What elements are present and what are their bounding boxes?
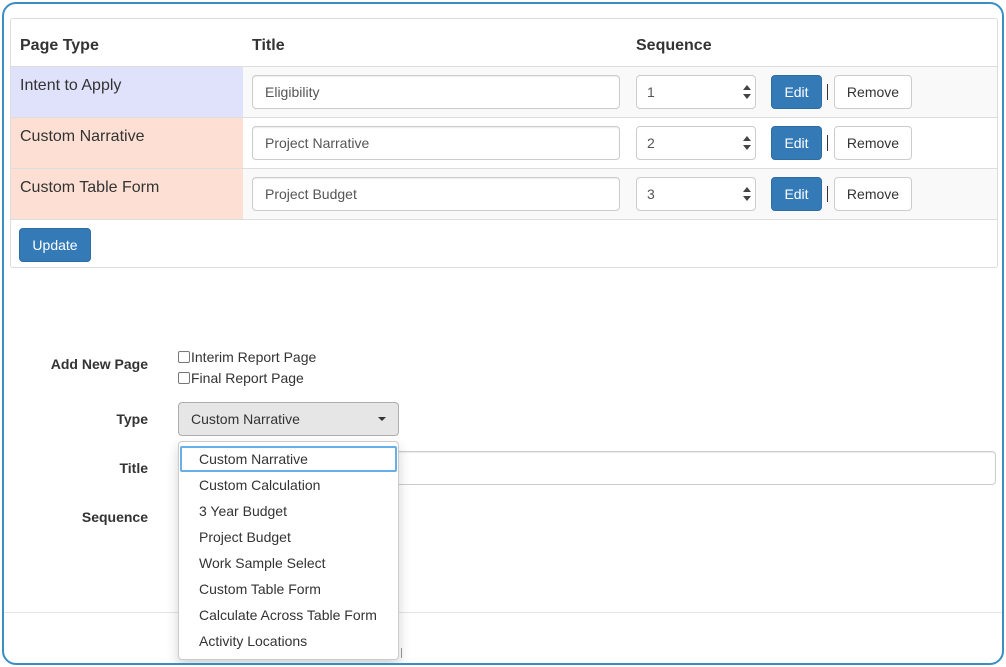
interim-report-label: Interim Report Page — [191, 349, 317, 365]
title-label: Title — [119, 460, 148, 476]
update-button[interactable]: Update — [19, 228, 91, 262]
type-label: Type — [116, 411, 148, 427]
button-separator — [827, 135, 828, 151]
sequence-value: 3 — [647, 186, 655, 202]
new-page-title-input[interactable] — [384, 451, 996, 485]
sequence-label: Sequence — [81, 509, 148, 525]
edit-button[interactable]: Edit — [771, 177, 822, 211]
remove-button[interactable]: Remove — [834, 177, 912, 211]
type-select[interactable]: Custom Narrative — [178, 402, 399, 436]
page-title-input[interactable]: Eligibility — [252, 75, 620, 109]
type-selected-value: Custom Narrative — [191, 411, 300, 427]
page-type-cell: Custom Narrative — [11, 118, 243, 168]
remove-button[interactable]: Remove — [834, 126, 912, 160]
final-report-checkbox[interactable] — [178, 372, 190, 384]
footer-divider — [4, 612, 1002, 613]
interim-report-checkbox-row[interactable]: Interim Report Page — [178, 349, 316, 365]
button-separator — [827, 186, 828, 202]
remove-button[interactable]: Remove — [834, 75, 912, 109]
edit-button[interactable]: Edit — [771, 126, 822, 160]
table-row: Custom Table Form Project Budget 3 Edit … — [11, 168, 997, 219]
dropdown-option[interactable]: Custom Narrative — [180, 446, 397, 472]
dropdown-option[interactable]: Calculate Across Table Form — [179, 602, 398, 628]
sequence-value: 1 — [647, 84, 655, 100]
column-header-title: Title — [252, 37, 285, 54]
button-separator — [827, 84, 828, 100]
content-frame: Page Type Title Sequence Intent to Apply… — [2, 2, 1004, 665]
page-title-input[interactable]: Project Budget — [252, 177, 620, 211]
sequence-input[interactable]: 3 — [636, 177, 756, 211]
spinner-icon[interactable] — [743, 134, 751, 152]
dropdown-option[interactable]: Project Budget — [179, 524, 398, 550]
dropdown-option[interactable]: Work Sample Select — [179, 550, 398, 576]
page-type-cell: Custom Table Form — [11, 169, 243, 219]
spinner-icon[interactable] — [743, 83, 751, 101]
table-row: Custom Narrative Project Narrative 2 Edi… — [11, 117, 997, 168]
footer-separator — [401, 648, 402, 658]
type-dropdown-menu[interactable]: Custom Narrative Custom Calculation 3 Ye… — [178, 441, 399, 660]
dropdown-option[interactable]: Custom Calculation — [179, 472, 398, 498]
caret-down-icon — [378, 417, 386, 421]
column-header-page-type: Page Type — [20, 37, 99, 54]
dropdown-option[interactable]: 3 Year Budget — [179, 498, 398, 524]
sequence-value: 2 — [647, 135, 655, 151]
dropdown-option[interactable]: Activity Locations — [179, 628, 398, 654]
table-row: Intent to Apply Eligibility 1 Edit Remov… — [11, 66, 997, 117]
add-new-page-label: Add New Page — [50, 356, 148, 372]
page-title-input[interactable]: Project Narrative — [252, 126, 620, 160]
final-report-checkbox-row[interactable]: Final Report Page — [178, 370, 304, 386]
sequence-input[interactable]: 1 — [636, 75, 756, 109]
final-report-label: Final Report Page — [191, 370, 304, 386]
column-header-sequence: Sequence — [636, 37, 712, 54]
edit-button[interactable]: Edit — [771, 75, 822, 109]
pages-table-panel: Page Type Title Sequence Intent to Apply… — [10, 18, 998, 268]
spinner-icon[interactable] — [743, 185, 751, 203]
page-type-cell: Intent to Apply — [11, 67, 243, 117]
interim-report-checkbox[interactable] — [178, 351, 190, 363]
dropdown-option[interactable]: Custom Table Form — [179, 576, 398, 602]
update-row: Update — [11, 219, 997, 267]
sequence-input[interactable]: 2 — [636, 126, 756, 160]
